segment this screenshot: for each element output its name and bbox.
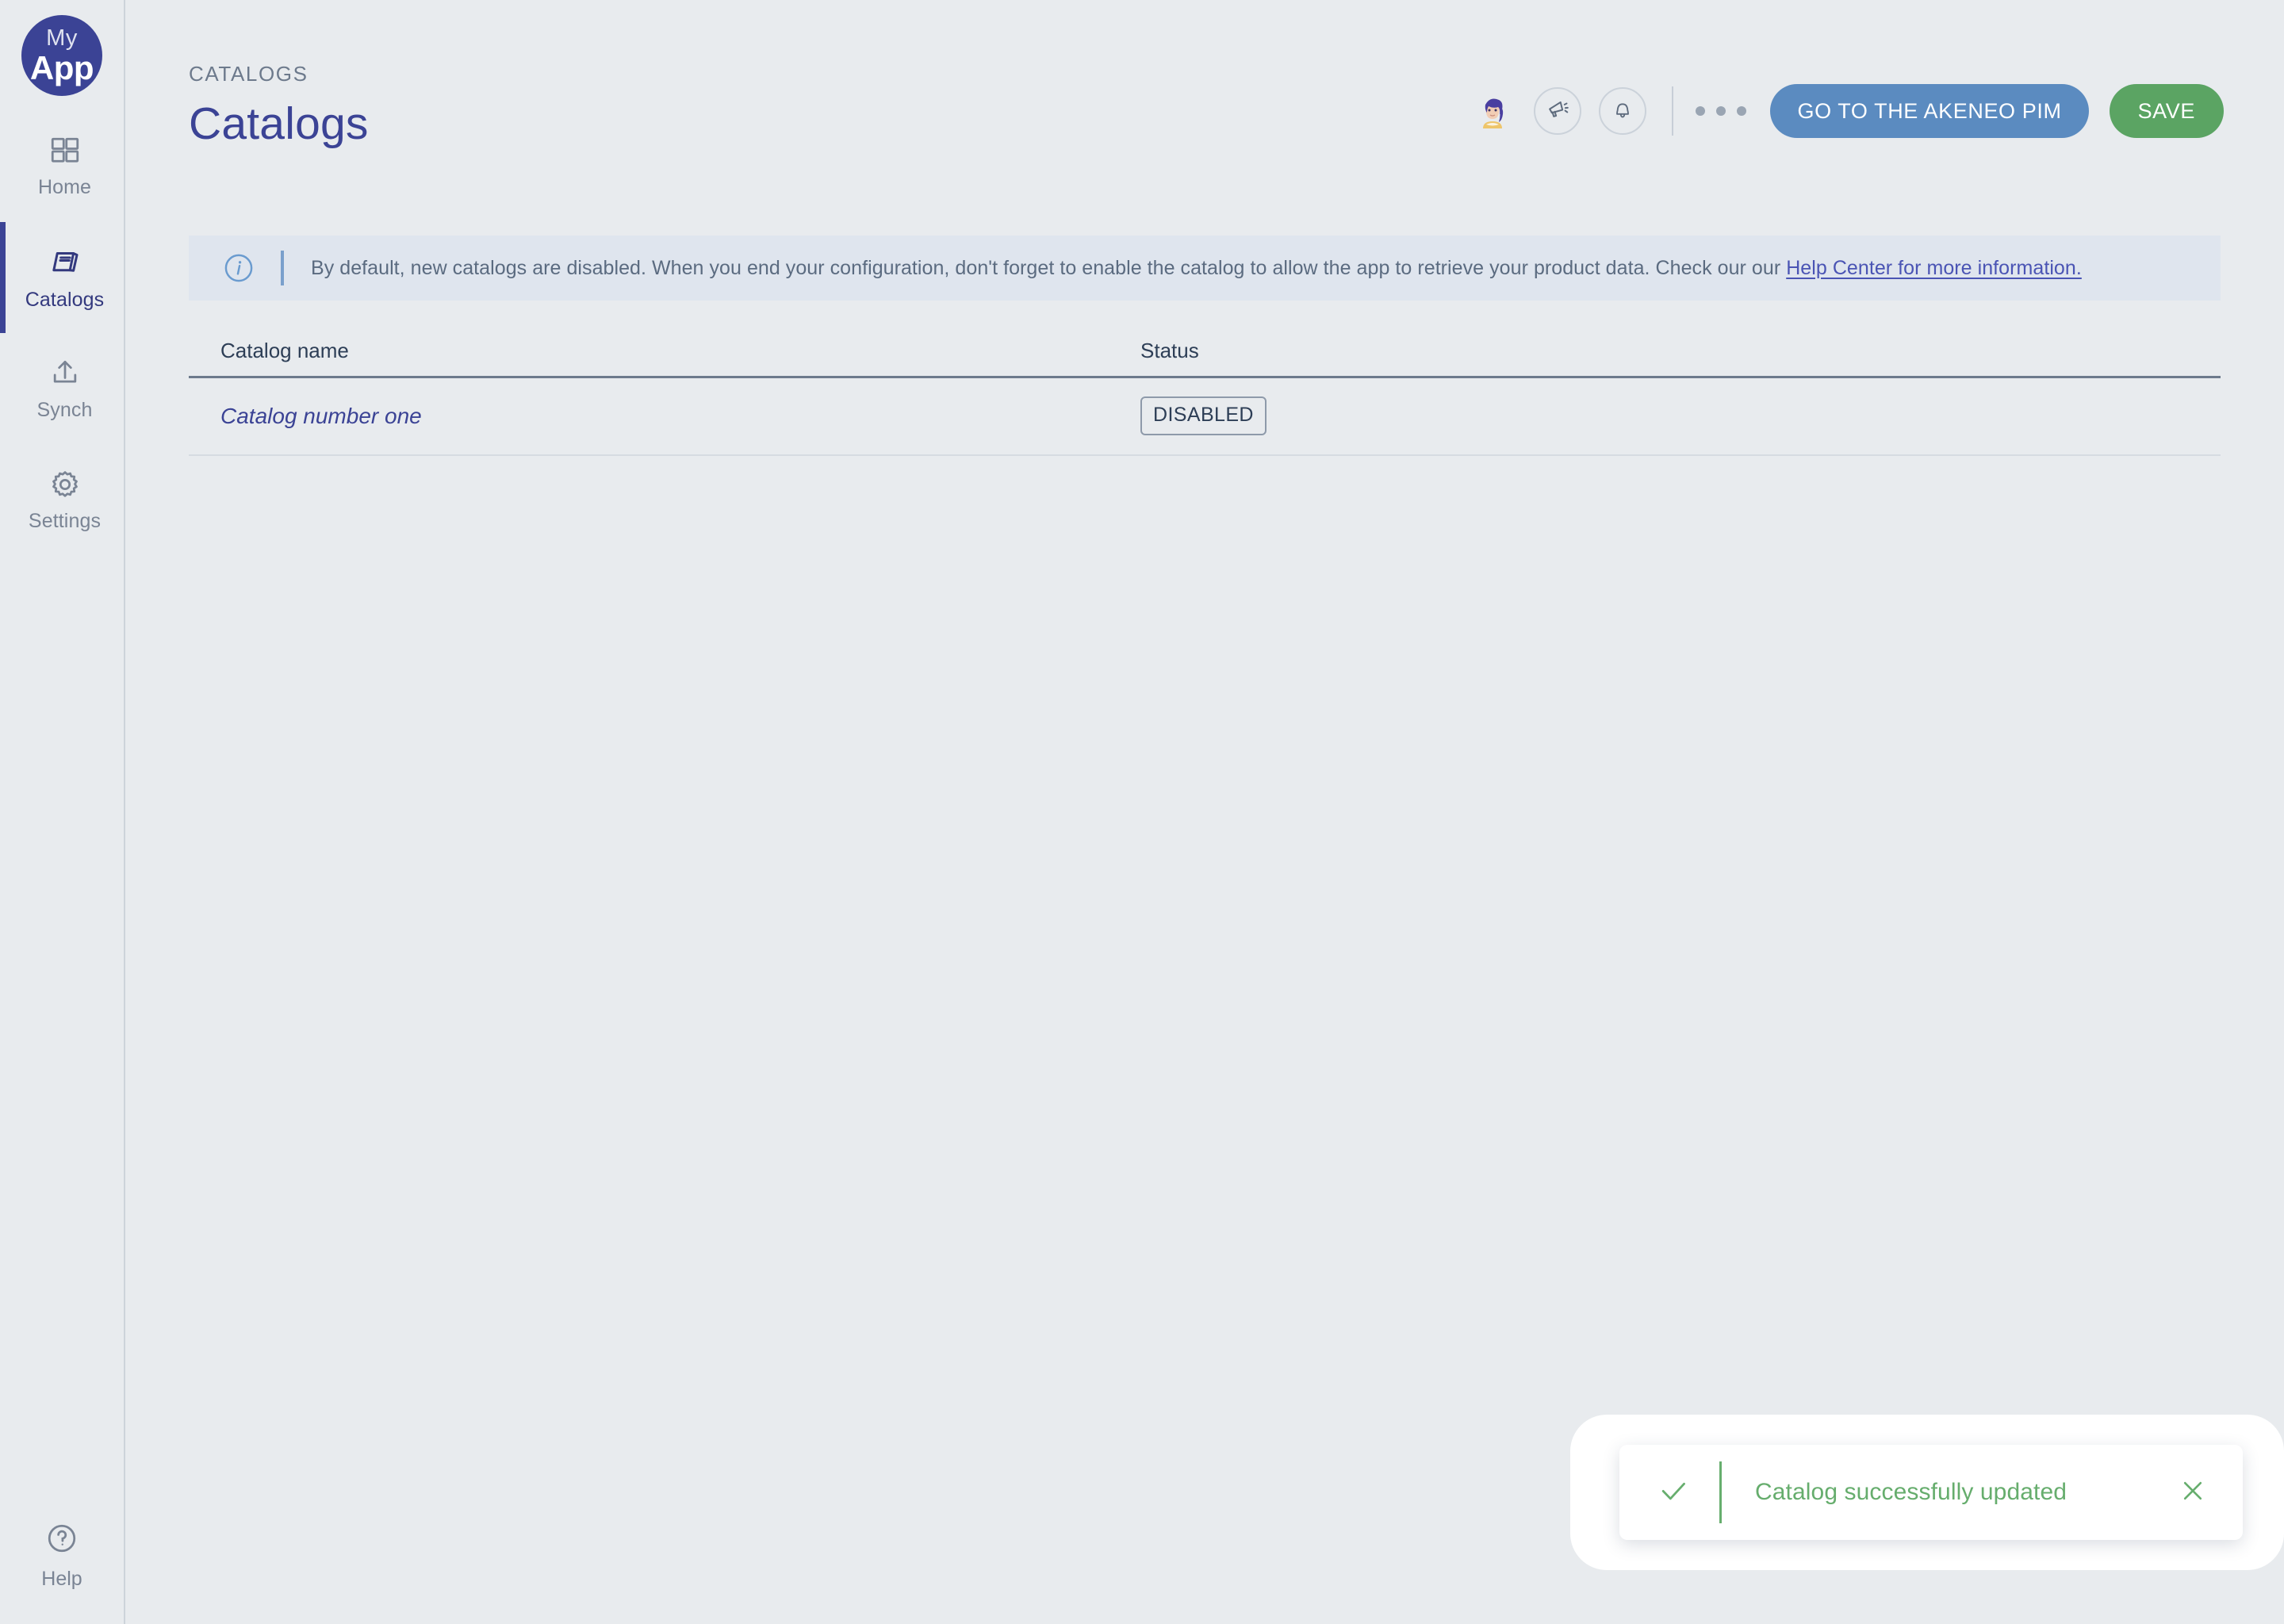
go-to-akeneo-pim-button[interactable]: GO TO THE AKENEO PIM (1770, 84, 2089, 138)
megaphone-icon (1545, 97, 1570, 126)
gear-icon (48, 467, 82, 502)
page-title: Catalogs (189, 98, 369, 149)
toast-divider (1719, 1461, 1722, 1523)
table-row[interactable]: Catalog number one DISABLED (189, 378, 2221, 456)
cell-catalog-name: Catalog number one (189, 404, 1140, 429)
info-banner: By default, new catalogs are disabled. W… (189, 235, 2221, 301)
table-header-row: Catalog name Status (189, 318, 2221, 378)
catalogs-table: Catalog name Status Catalog number one D… (189, 318, 2221, 456)
header-actions: GO TO THE AKENEO PIM SAVE (1470, 62, 2224, 138)
toast-message: Catalog successfully updated (1755, 1479, 2067, 1505)
column-header-catalog-name: Catalog name (220, 338, 349, 362)
cell-status: DISABLED (1140, 396, 2221, 436)
app-root: My App Home Catalogs Synch Settings Help… (0, 0, 2284, 1624)
notifications-button[interactable] (1599, 87, 1647, 135)
main-area: CATALOGS Catalogs GO TO THE AKENEO PIM S… (125, 0, 2284, 1624)
ellipsis-dot (1716, 106, 1726, 116)
save-button[interactable]: SAVE (2109, 84, 2224, 138)
sidebar-item-settings[interactable]: Settings (0, 444, 124, 555)
catalog-name-text: Catalog number one (220, 403, 422, 428)
column-header-status: Status (1140, 338, 1199, 362)
avatar[interactable] (1470, 89, 1516, 133)
announcements-button[interactable] (1534, 87, 1582, 135)
info-circle-icon (222, 251, 255, 285)
sidebar-item-label: Settings (28, 509, 102, 532)
sidebar-item-home[interactable]: Home (0, 111, 124, 222)
header-divider (1672, 86, 1674, 136)
logo-line-1: My (46, 25, 78, 51)
close-icon[interactable] (2176, 1474, 2209, 1511)
sidebar-nav: Home Catalogs Synch Settings (0, 111, 124, 555)
logo-line-2: App (29, 48, 94, 86)
sidebar-item-label: Synch (36, 398, 93, 421)
upload-icon (48, 356, 82, 391)
ellipsis-dot (1696, 106, 1706, 116)
app-logo[interactable]: My App (0, 0, 124, 111)
check-icon (1656, 1473, 1691, 1512)
breadcrumb: CATALOGS (189, 62, 308, 86)
bell-icon (1611, 98, 1634, 125)
sidebar-item-help[interactable]: Help (0, 1521, 124, 1591)
info-banner-text: By default, new catalogs are disabled. W… (311, 255, 2082, 282)
info-banner-divider (281, 250, 284, 285)
page-header: CATALOGS Catalogs GO TO THE AKENEO PIM S… (125, 0, 2284, 148)
more-options-button[interactable] (1696, 106, 1747, 116)
question-circle-icon (44, 1521, 79, 1560)
book-icon (47, 244, 83, 281)
info-banner-message: By default, new catalogs are disabled. W… (311, 256, 1787, 279)
sidebar-item-label: Catalogs (25, 288, 105, 311)
sidebar: My App Home Catalogs Synch Settings Help (0, 0, 125, 1624)
grid-icon (48, 135, 82, 168)
sidebar-item-synch[interactable]: Synch (0, 333, 124, 444)
toast-card: Catalog successfully updated (1619, 1445, 2243, 1540)
sidebar-item-catalogs[interactable]: Catalogs (0, 222, 124, 333)
page-content: By default, new catalogs are disabled. W… (125, 235, 2284, 456)
ellipsis-dot (1737, 106, 1747, 116)
toast-notification: Catalog successfully updated (1570, 1415, 2284, 1570)
status-badge: DISABLED (1140, 396, 1267, 436)
help-center-link[interactable]: Help Center for more information. (1786, 257, 2082, 279)
page-header-titles: CATALOGS Catalogs (189, 62, 369, 148)
sidebar-item-label: Home (37, 175, 92, 198)
sidebar-help-label: Help (41, 1568, 82, 1590)
logo-circle: My App (21, 15, 102, 96)
